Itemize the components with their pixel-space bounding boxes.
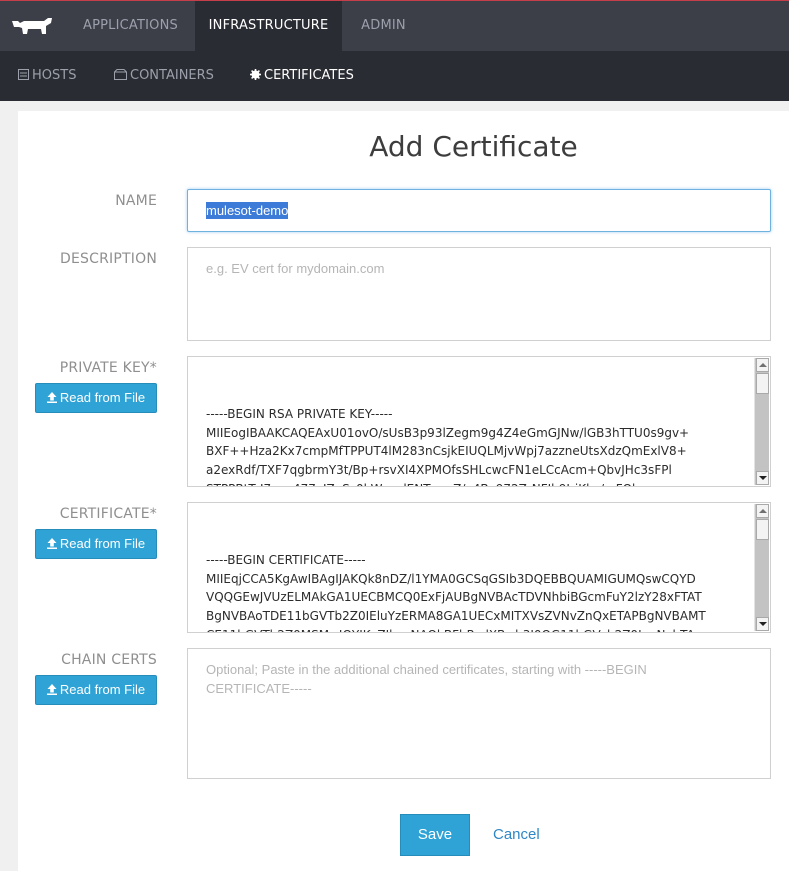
certificate-line: VQQGEwJVUzELMAkGA1UECBMCQ0ExFjAUBgNVBAcT… [206, 590, 702, 605]
subtab-certificates[interactable]: CERTIFICATES [250, 51, 354, 101]
chain-certs-button-label: Read from File [59, 682, 146, 697]
upload-icon [46, 392, 57, 403]
private-key-line: BXF++Hza2Kx7cmpMfTPPUT4lM283nCsjkEIUQLMj… [206, 444, 687, 459]
certificate-button-label: Read from File [59, 536, 146, 551]
upload-icon [46, 684, 57, 695]
subtab-certificates-label: CERTIFICATES [264, 68, 354, 83]
subtab-hosts-label: HOSTS [32, 68, 77, 83]
subtab-containers[interactable]: CONTAINERS [114, 51, 214, 101]
top-nav: APPLICATIONS INFRASTRUCTURE ADMIN [0, 0, 789, 51]
private-key-scrollbar[interactable] [754, 358, 769, 485]
private-key-line: a2exRdf/TXF7qgbrmY3t/Bp+rsvXI4XPMOfsSHLc… [206, 462, 672, 477]
scroll-up-arrow-icon[interactable] [756, 358, 769, 372]
description-textarea[interactable]: e.g. EV cert for mydomain.com [187, 247, 771, 341]
page-title: Add Certificate [369, 130, 578, 163]
scroll-thumb[interactable] [756, 519, 769, 540]
chain-certs-textarea[interactable]: Optional; Paste in the additional chaine… [187, 648, 771, 779]
subtab-containers-label: CONTAINERS [130, 68, 214, 83]
scroll-thumb[interactable] [756, 373, 769, 394]
containers-icon [114, 69, 127, 80]
tab-admin[interactable]: ADMIN [342, 1, 425, 51]
private-key-button-label: Read from File [59, 390, 146, 405]
description-placeholder: e.g. EV cert for mydomain.com [206, 261, 385, 276]
private-key-line: MIIEogIBAAKCAQEAxU01ovO/sUsB3p93lZegm9g4… [206, 425, 690, 440]
chain-certs-read-file-button[interactable]: Read from File [35, 675, 157, 705]
chain-certs-label: CHAIN CERTS [61, 652, 157, 668]
certificate-line: -----BEGIN CERTIFICATE----- [206, 553, 366, 568]
private-key-read-file-button[interactable]: Read from File [35, 383, 157, 413]
cow-logo-icon[interactable] [10, 15, 54, 37]
private-key-content: -----BEGIN RSA PRIVATE KEY----- MIIEogIBA… [206, 405, 754, 486]
certificate-scrollbar[interactable] [754, 504, 769, 631]
scroll-down-arrow-icon[interactable] [756, 617, 769, 631]
tab-infrastructure[interactable]: INFRASTRUCTURE [195, 1, 342, 51]
subtab-hosts[interactable]: HOSTS [18, 51, 76, 101]
certificate-label: CERTIFICATE* [59, 506, 157, 522]
scroll-up-arrow-icon[interactable] [756, 504, 769, 518]
hosts-icon [18, 69, 29, 80]
name-input[interactable]: mulesot-demo [187, 189, 771, 232]
certificate-textarea[interactable]: -----BEGIN CERTIFICATE----- MIIEqjCCA5KgA… [187, 502, 771, 633]
private-key-textarea[interactable]: -----BEGIN RSA PRIVATE KEY----- MIIEogIBA… [187, 356, 771, 487]
sub-nav: HOSTS CONTAINERS CERTIFICATES [0, 51, 789, 101]
certificate-content: -----BEGIN CERTIFICATE----- MIIEqjCCA5KgA… [206, 551, 754, 632]
tab-applications[interactable]: APPLICATIONS [66, 1, 195, 51]
private-key-label: PRIVATE KEY* [59, 360, 157, 376]
name-label: NAME [115, 193, 157, 209]
certificate-line: BgNVBAoTDE11bGVTb2Z0IEluYzERMA8GA1UECxMI… [206, 608, 706, 623]
chain-certs-placeholder: Optional; Paste in the additional chaine… [206, 662, 647, 696]
description-label: DESCRIPTION [60, 251, 157, 267]
certificate-icon [250, 69, 261, 80]
certificate-read-file-button[interactable]: Read from File [35, 529, 157, 559]
cancel-link[interactable]: Cancel [493, 826, 540, 843]
certificate-line: MIIEqjCCA5KgAwIBAgIJAKQk8nDZ/l1YMA0GCSqG… [206, 571, 696, 586]
name-value: mulesot-demo [206, 202, 289, 219]
private-key-line: -----BEGIN RSA PRIVATE KEY----- [206, 407, 393, 422]
private-key-line: STPPBtTsJ7aya477xJZeSz0kWenclENTngoZ/a4B… [206, 480, 754, 486]
certificate-line: CE11bGVTb2Z0MSMwIQYJKoZIhvcNAQkBFhRzdXBw… [206, 626, 754, 632]
save-button[interactable]: Save [400, 814, 470, 856]
scroll-down-arrow-icon[interactable] [756, 471, 769, 485]
upload-icon [46, 538, 57, 549]
